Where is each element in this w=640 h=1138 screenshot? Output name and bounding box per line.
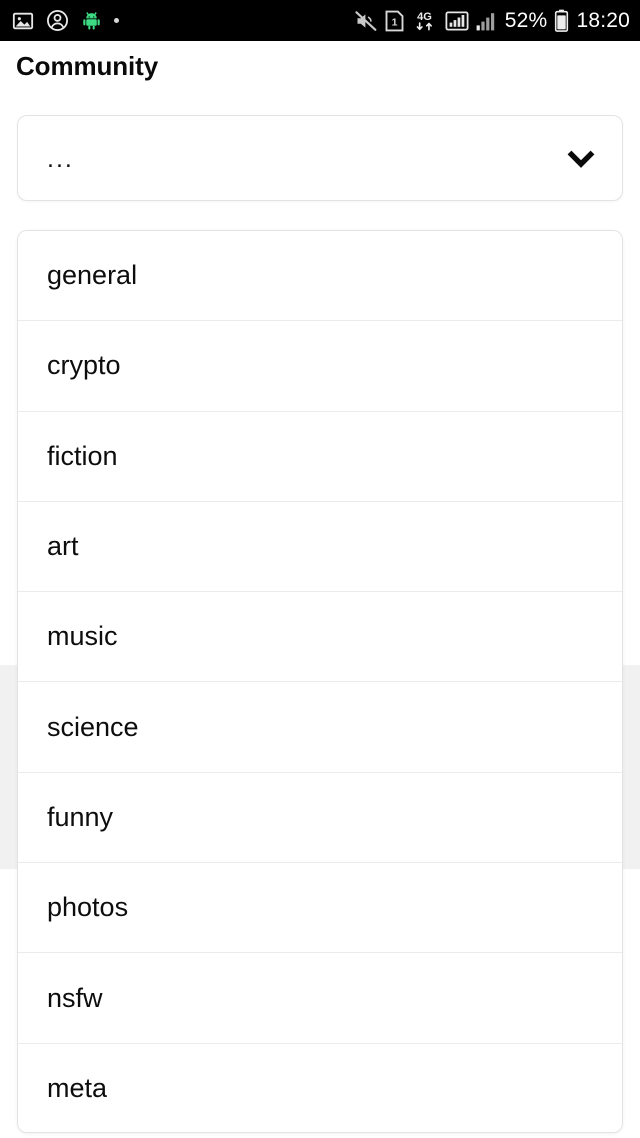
signal-bars-icon <box>476 10 498 32</box>
dropdown-option[interactable]: fiction <box>18 411 622 502</box>
app-header: Community <box>0 41 640 103</box>
page-title: Community <box>16 51 159 81</box>
dropdown-option-label: crypto <box>47 350 121 381</box>
dropdown-option[interactable]: music <box>18 592 622 683</box>
signal-bars-outline-icon <box>445 9 469 33</box>
dropdown-option[interactable]: photos <box>18 863 622 954</box>
dropdown-option[interactable]: meta <box>18 1043 622 1132</box>
mobile-data-4g-icon: 4G <box>411 9 438 33</box>
dropdown-option-label: art <box>47 531 79 562</box>
status-bar-left-icons <box>12 9 119 32</box>
community-dropdown-list[interactable]: general crypto fiction art music science… <box>17 230 623 1133</box>
dropdown-option-label: nsfw <box>47 982 103 1013</box>
dropdown-option-label: photos <box>47 892 129 923</box>
dropdown-option-label: music <box>47 621 118 652</box>
android-robot-icon <box>81 10 102 31</box>
svg-text:1: 1 <box>391 16 397 28</box>
status-bar-right-icons: 1 4G 52% 18:20 <box>354 9 630 33</box>
volume-off-icon <box>354 9 378 33</box>
dropdown-option[interactable]: science <box>18 682 622 773</box>
status-bar: 1 4G 52% 18:20 <box>0 0 640 41</box>
dropdown-option[interactable]: crypto <box>18 321 622 412</box>
dropdown-option-label: meta <box>47 1073 108 1104</box>
battery-icon <box>554 9 569 32</box>
battery-percent-label: 52% <box>504 9 548 32</box>
clock-label: 18:20 <box>576 9 630 32</box>
dropdown-option-label: science <box>47 711 139 742</box>
phone-screen: 1 4G 52% 18:20 Community ... general cry… <box>0 0 640 1138</box>
dropdown-option[interactable]: general <box>18 231 622 322</box>
svg-text:4G: 4G <box>417 10 432 22</box>
dropdown-option-label: funny <box>47 801 114 832</box>
community-select[interactable]: ... <box>17 115 623 201</box>
dropdown-option-label: fiction <box>47 440 118 471</box>
notification-dot-icon <box>114 18 119 23</box>
account-circle-icon <box>46 9 69 32</box>
chevron-down-icon[interactable] <box>566 116 596 202</box>
sim-card-1-icon: 1 <box>385 10 404 32</box>
community-select-value: ... <box>47 144 74 173</box>
dropdown-option-label: general <box>47 260 138 291</box>
dropdown-option[interactable]: nsfw <box>18 953 622 1044</box>
image-icon <box>12 10 34 32</box>
dropdown-option[interactable]: art <box>18 501 622 593</box>
dropdown-option[interactable]: funny <box>18 772 622 864</box>
